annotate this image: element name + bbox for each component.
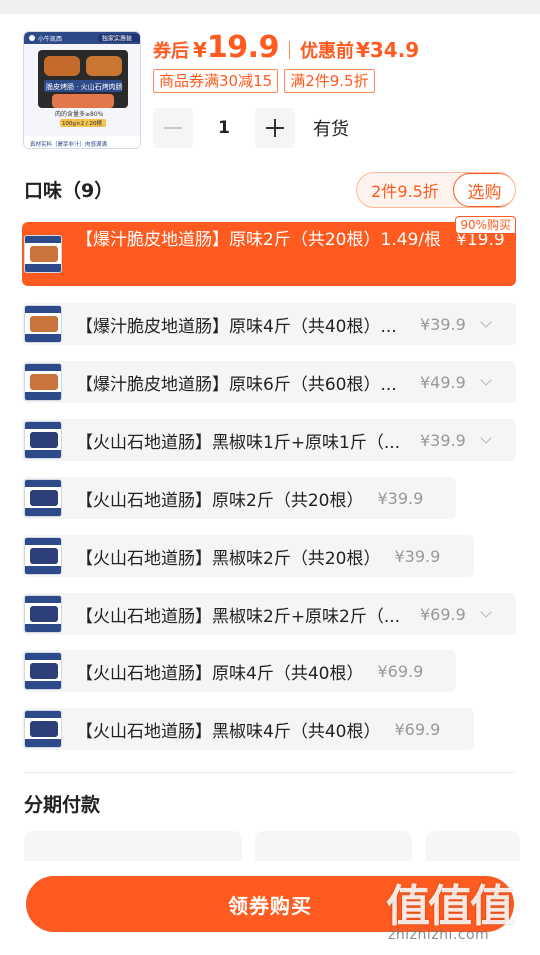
flavor-option[interactable]: 【火山石地道肠】原味2斤（共20根） ¥39.9 bbox=[22, 477, 456, 519]
plus-icon bbox=[266, 119, 284, 137]
thumb-spec: 100g×2 / 20根 bbox=[62, 119, 102, 127]
quantity-stepper: 1 有货 bbox=[153, 108, 349, 148]
installment-option[interactable] bbox=[24, 831, 242, 861]
promo-select-button[interactable]: 选购 bbox=[453, 173, 515, 207]
stock-status: 有货 bbox=[313, 119, 349, 140]
option-name: 【火山石地道肠】黑椒味1斤+原味1斤（... bbox=[76, 432, 401, 453]
option-thumbnail bbox=[24, 363, 62, 401]
flavor-option-selected[interactable]: 【爆汁脆皮地道肠】原味2斤（共20根）1.49/根 ¥19.9 90%购买 bbox=[22, 216, 516, 286]
product-thumbnail[interactable]: 小牛凯西 独家实惠装 脆皮烤肠 · 火山石烤肉肠 肉的含量多≥80% 100g×… bbox=[23, 31, 141, 149]
flavor-option[interactable]: 【火山石地道肠】黑椒味2斤+原味2斤（... ¥69.9 bbox=[22, 593, 516, 635]
option-name: 【火山石地道肠】黑椒味4斤（共40根） bbox=[76, 721, 381, 742]
option-thumbnail bbox=[24, 421, 62, 459]
thumb-footer: 真材实料（屠宰非汁）肉感满满 bbox=[30, 140, 108, 148]
option-name: 【火山石地道肠】黑椒味2斤+原味2斤（... bbox=[76, 606, 401, 627]
coupon-price: 19.9 bbox=[206, 30, 280, 65]
flavor-option[interactable]: 【爆汁脆皮地道肠】原味6斤（共60根）... ¥49.9 bbox=[22, 361, 516, 403]
option-price: ¥49.9 bbox=[420, 372, 466, 392]
option-thumbnail bbox=[24, 479, 62, 517]
option-price: ¥39.9 bbox=[420, 430, 466, 450]
option-price: ¥39.9 bbox=[420, 314, 466, 334]
currency-symbol: ¥ bbox=[193, 38, 207, 62]
flavor-option[interactable]: 【火山石地道肠】黑椒味2斤（共20根） ¥39.9 bbox=[22, 535, 474, 577]
chevron-down-icon[interactable] bbox=[480, 318, 492, 330]
price-label: 券后 bbox=[153, 41, 189, 62]
thumb-ribbon: 独家实惠装 bbox=[102, 35, 132, 43]
section-divider bbox=[24, 772, 516, 773]
chevron-down-icon[interactable] bbox=[480, 434, 492, 446]
top-edge-strip bbox=[0, 0, 540, 14]
option-price: ¥39.9 bbox=[377, 488, 424, 508]
thumb-brand: 小牛凯西 bbox=[38, 35, 62, 43]
option-price: ¥39.9 bbox=[394, 546, 441, 566]
installment-option[interactable] bbox=[255, 831, 412, 861]
promo-text: 2件9.5折 bbox=[371, 182, 439, 201]
thumb-subline: 肉的含量多≥80% bbox=[55, 110, 104, 118]
increase-quantity-button[interactable] bbox=[255, 108, 295, 148]
thumb-headline: 脆皮烤肠 · 火山石烤肉肠 bbox=[46, 82, 123, 91]
option-thumbnail bbox=[24, 710, 62, 748]
flavor-option[interactable]: 【火山石地道肠】黑椒味4斤（共40根） ¥69.9 bbox=[22, 708, 474, 750]
minus-icon bbox=[164, 119, 182, 137]
chevron-down-icon[interactable] bbox=[480, 608, 492, 620]
flavor-option[interactable]: 【爆汁脆皮地道肠】原味4斤（共40根）... ¥39.9 bbox=[22, 303, 516, 345]
option-thumbnail bbox=[24, 305, 62, 343]
price-divider bbox=[288, 41, 290, 59]
option-price: ¥69.9 bbox=[420, 604, 466, 624]
option-name: 【火山石地道肠】原味4斤（共40根） bbox=[76, 663, 364, 684]
discount-tag: 满2件9.5折 bbox=[284, 69, 375, 93]
option-price: ¥69.9 bbox=[394, 719, 441, 739]
flavor-option[interactable]: 【火山石地道肠】黑椒味1斤+原味1斤（... ¥39.9 bbox=[22, 419, 516, 461]
option-name: 【火山石地道肠】原味2斤（共20根） bbox=[76, 490, 364, 511]
option-name: 【火山石地道肠】黑椒味2斤（共20根） bbox=[76, 548, 381, 569]
option-price: ¥69.9 bbox=[377, 661, 424, 681]
price-row: 券后 ¥ 19.9 优惠前 ¥34.9 bbox=[153, 30, 419, 70]
chevron-down-icon[interactable] bbox=[480, 376, 492, 388]
option-thumbnail bbox=[24, 537, 62, 575]
original-price: ¥34.9 bbox=[355, 38, 420, 62]
option-thumbnail bbox=[24, 652, 62, 690]
flavor-promo: 2件9.5折 选购 bbox=[356, 172, 516, 208]
option-thumbnail bbox=[24, 595, 62, 633]
installment-option[interactable] bbox=[426, 831, 520, 861]
popularity-badge: 90%购买 bbox=[455, 216, 516, 234]
option-name: 【爆汁脆皮地道肠】原味2斤（共20根）1.49/根 bbox=[76, 230, 442, 250]
decrease-quantity-button[interactable] bbox=[153, 108, 193, 148]
installment-section-title: 分期付款 bbox=[24, 794, 101, 816]
product-image: 小牛凯西 独家实惠装 脆皮烤肠 · 火山石烤肉肠 肉的含量多≥80% 100g×… bbox=[24, 32, 140, 148]
option-thumbnail bbox=[24, 235, 62, 273]
coupon-buy-button[interactable]: 领券购买 bbox=[26, 876, 514, 932]
promo-tags: 商品券满30减15 满2件9.5折 bbox=[153, 69, 375, 93]
option-name: 【爆汁脆皮地道肠】原味6斤（共60根）... bbox=[76, 374, 397, 395]
flavor-section-title: 口味（9） bbox=[24, 180, 114, 202]
coupon-tag: 商品券满30减15 bbox=[153, 69, 279, 93]
original-price-label: 优惠前 bbox=[299, 41, 354, 62]
quantity-value[interactable]: 1 bbox=[193, 118, 255, 138]
option-name: 【爆汁脆皮地道肠】原味4斤（共40根）... bbox=[76, 316, 397, 337]
flavor-option[interactable]: 【火山石地道肠】原味4斤（共40根） ¥69.9 bbox=[22, 650, 456, 692]
